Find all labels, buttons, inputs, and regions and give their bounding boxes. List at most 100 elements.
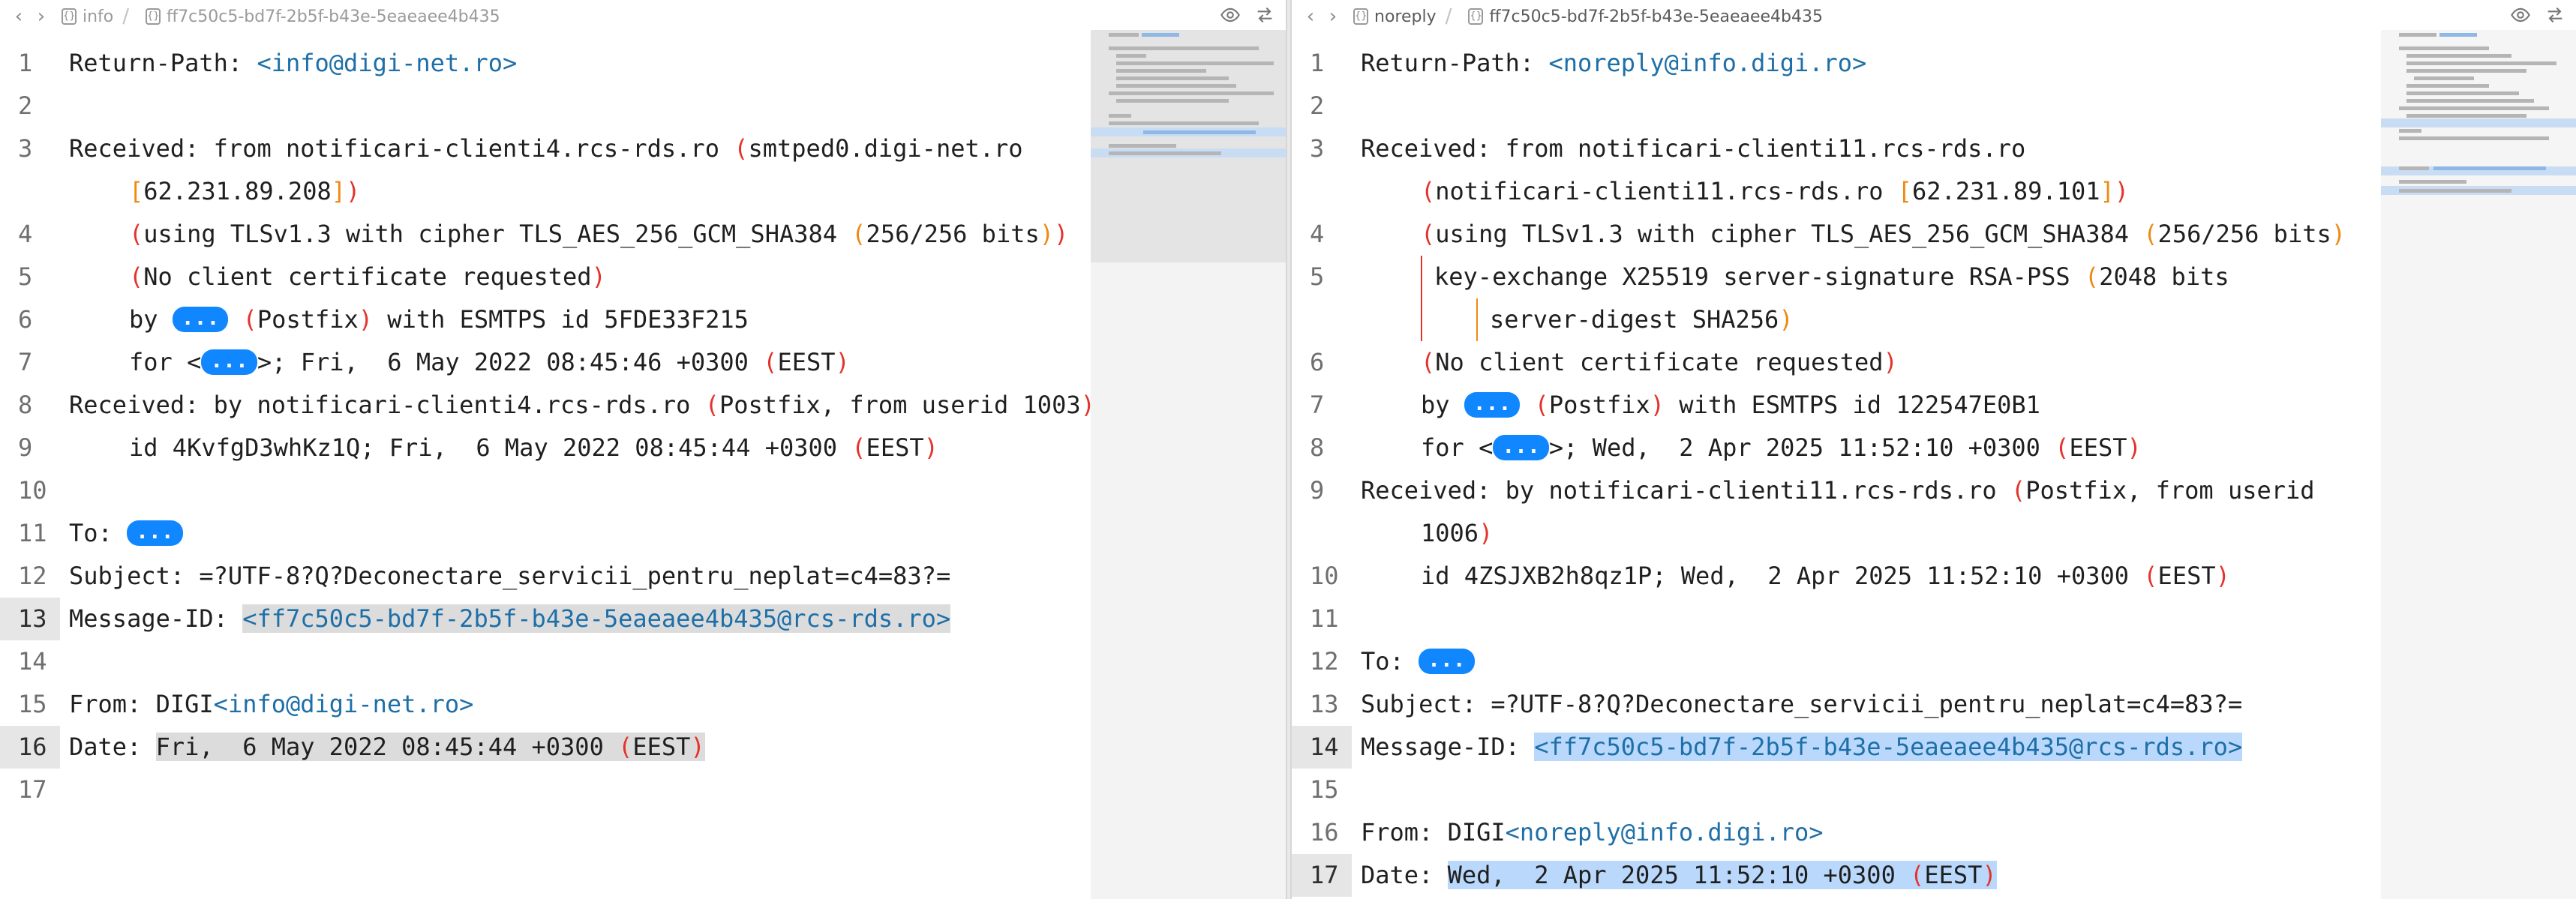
paren: ( (129, 220, 144, 248)
line-number-wrap (1292, 170, 1352, 213)
minimap-line (2399, 33, 2436, 37)
collapsed-token-pill[interactable]: ... (1419, 649, 1475, 674)
line-number: 3 (18, 134, 33, 163)
minimap-line (2399, 129, 2421, 133)
code-text: with ESMTPS id 122547E0B1 (1665, 391, 2040, 419)
code-text: server-digest SHA256 (1490, 305, 1779, 334)
eye-icon[interactable] (2510, 4, 2531, 25)
code-line: Subject: =?UTF-8?Q?Deconectare_servicii_… (69, 555, 1091, 598)
chevron-left-icon[interactable]: ‹ (8, 5, 30, 28)
collapsed-token-pill[interactable]: ... (127, 520, 183, 546)
code-text: Date: (1361, 861, 1448, 889)
email-link[interactable]: <info@digi-net.ro> (257, 49, 517, 77)
message-id-link[interactable]: <ff7c50c5-bd7f-2b5f-b43e-5eaeaee4b435@rc… (1534, 733, 2243, 761)
code-line-wrap: server-digest SHA256) (1361, 298, 2381, 341)
left-minimap[interactable] (1091, 30, 1286, 899)
paren: ( (2055, 433, 2070, 462)
breadcrumb-file[interactable]: ff7c50c5-bd7f-2b5f-b43e-5eaeaee4b435 (167, 7, 500, 26)
code-text: by (129, 305, 173, 334)
paren: ( (1534, 391, 1549, 419)
line-number: 12 (18, 562, 47, 590)
code-text: Date: (69, 733, 156, 761)
breadcrumb-folder[interactable]: info (83, 7, 113, 26)
code-text: >; Wed, 2 Apr 2025 11:52:10 +0300 (1548, 433, 2055, 462)
code-text: smtped0.digi-net.ro (748, 134, 1023, 163)
collapsed-token-pill[interactable]: ... (1493, 435, 1549, 460)
line-number: 9 (1310, 476, 1325, 505)
paren: ) (2114, 177, 2130, 205)
minimap-line (1116, 84, 1236, 88)
line-number: 12 (1310, 647, 1339, 676)
line-number: 11 (18, 519, 47, 547)
paren: ) (1039, 220, 1054, 248)
chevron-right-icon[interactable]: › (30, 5, 53, 28)
minimap-line (2433, 166, 2546, 170)
code-text: Subject: =?UTF-8?Q?Deconectare_servicii_… (1361, 690, 2243, 718)
code-line: From: DIGI<info@digi-net.ro> (69, 683, 1091, 726)
line-number: 2 (18, 91, 33, 120)
paren: ( (2010, 476, 2026, 505)
minimap-line (1109, 91, 1274, 95)
email-link[interactable]: <noreply@info.digi.ro> (1506, 818, 1824, 847)
collapsed-token-pill[interactable]: ... (172, 307, 229, 332)
paren: ( (851, 433, 866, 462)
bracket: ] (2100, 177, 2115, 205)
code-text: Message-ID: (69, 604, 243, 633)
code-text: for < (1421, 433, 1494, 462)
email-link[interactable]: <info@digi-net.ro> (214, 690, 474, 718)
paren: ) (923, 433, 938, 462)
line-number: 17 (18, 775, 47, 804)
code-text: Received: from notificari-clienti11.rcs-… (1361, 134, 2026, 163)
minimap-line (1116, 99, 1229, 103)
left-code-text[interactable]: Return-Path: <info@digi-net.ro> Received… (69, 42, 1095, 811)
diff-swap-icon[interactable] (2544, 4, 2565, 25)
chevron-right-icon[interactable]: › (1322, 5, 1344, 28)
pane-splitter[interactable] (1286, 0, 1292, 899)
message-id-link[interactable]: <ff7c50c5-bd7f-2b5f-b43e-5eaeaee4b435@rc… (242, 604, 951, 633)
diff-view: ‹ › {} info / {} ff7c50c5-bd7f-2b5f-b43e… (0, 0, 2576, 899)
code-text: by (1421, 391, 1464, 419)
code-text: To: (1361, 647, 1419, 676)
line-number-wrap (1292, 512, 1352, 555)
paren: ) (1650, 391, 1665, 419)
collapsed-token-pill[interactable]: ... (1464, 392, 1521, 418)
right-minimap[interactable] (2381, 30, 2576, 899)
breadcrumb-folder[interactable]: noreply (1374, 7, 1437, 26)
code-text: notificari-clienti11.rcs-rds.ro (1435, 177, 1898, 205)
paren: ) (345, 177, 361, 205)
code-text: From: DIGI (69, 690, 214, 718)
bracket: [ (1897, 177, 1913, 205)
line-number: 4 (18, 220, 33, 248)
breadcrumb-file[interactable]: ff7c50c5-bd7f-2b5f-b43e-5eaeaee4b435 (1489, 7, 1823, 26)
right-code-text[interactable]: Return-Path: <noreply@info.digi.ro> Rece… (1361, 42, 2381, 897)
chevron-left-icon[interactable]: ‹ (1299, 5, 1322, 28)
diff-swap-icon[interactable] (1254, 4, 1275, 25)
code-line: Date: Wed, 2 Apr 2025 11:52:10 +0300 (EE… (1361, 854, 2381, 897)
code-line: Date: Fri, 6 May 2022 08:45:44 +0300 (EE… (69, 726, 1091, 769)
collapsed-token-pill[interactable]: ... (201, 349, 257, 375)
left-editor-pane[interactable]: ‹ › {} info / {} ff7c50c5-bd7f-2b5f-b43e… (0, 0, 1286, 899)
code-text: EEST (866, 433, 924, 462)
left-line-numbers: 1 2 3 4 5 6 7 8 9 10 11 12 13 14 15 16 1… (0, 42, 60, 811)
line-number: 6 (1310, 348, 1325, 376)
right-editor-pane[interactable]: ‹ › {} noreply / {} ff7c50c5-bd7f-2b5f-b… (1292, 0, 2576, 899)
scope-guide (1421, 298, 1422, 341)
code-text: using TLSv1.3 with cipher TLS_AES_256_GC… (143, 220, 852, 248)
code-line-wrap: [62.231.89.208]) (69, 170, 1091, 213)
minimap-line (1116, 61, 1274, 65)
code-text: 62.231.89.208 (143, 177, 332, 205)
paren: ( (763, 348, 778, 376)
eye-icon[interactable] (1220, 4, 1241, 25)
line-number: 1 (18, 49, 33, 77)
code-text: EEST (2069, 433, 2127, 462)
line-number: 10 (1310, 562, 1339, 590)
line-number: 13 (1310, 690, 1339, 718)
minimap-highlight (2381, 118, 2576, 127)
minimap-line (1116, 76, 1229, 80)
email-link[interactable]: <noreply@info.digi.ro> (1548, 49, 1866, 77)
line-number: 16 (0, 726, 60, 769)
bracket: [ (129, 177, 144, 205)
file-braces-icon: {} (1353, 8, 1368, 25)
